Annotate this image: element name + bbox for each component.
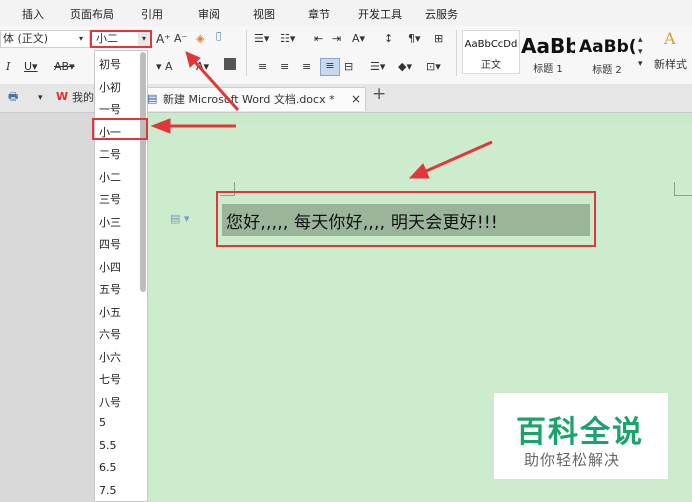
annotation-arrow [423,140,493,174]
watermark: 百科全说 助你轻松解决 [494,393,668,479]
annotation-arrow-head [408,163,430,179]
annotation-arrow [193,60,240,112]
watermark-title: 百科全说 [516,415,644,450]
watermark-subtitle: 助你轻松解决 [524,451,621,469]
annotation-arrow-head [150,118,171,134]
